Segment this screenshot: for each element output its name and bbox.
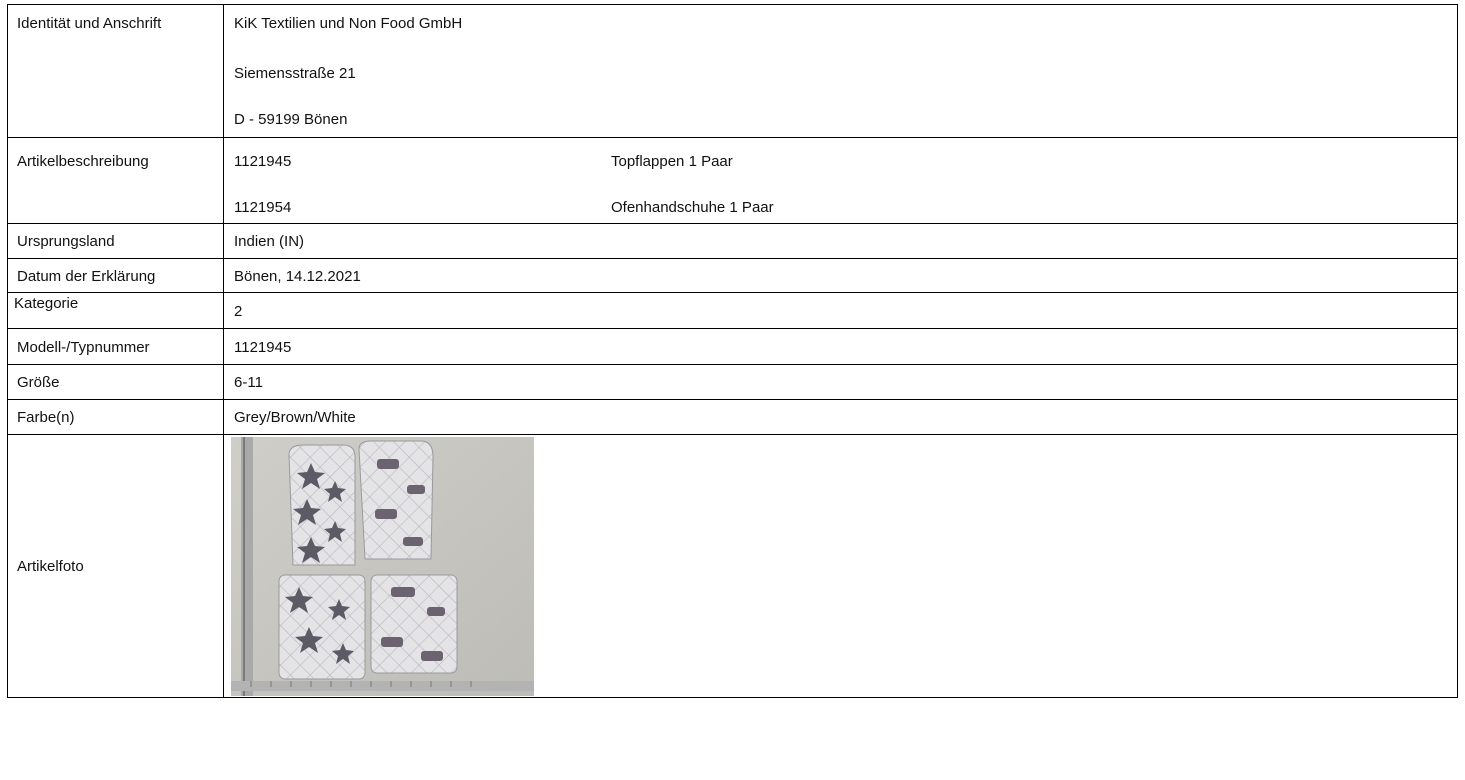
size-value: 6-11	[234, 374, 263, 391]
article-name: Ofenhandschuhe 1 Paar	[611, 199, 774, 216]
model-label-cell: Modell-/Typnummer	[8, 329, 224, 364]
category-value-cell: 2	[224, 293, 1458, 328]
model-value-cell: 1121945	[224, 329, 1458, 364]
category-label: Kategorie	[14, 295, 79, 312]
size-value-cell: 6-11	[224, 365, 1458, 399]
category-label-cell: Kategorie	[8, 293, 224, 328]
country-label: Ursprungsland	[17, 233, 115, 250]
row-date: Datum der Erklärung Bönen, 14.12.2021	[8, 259, 1458, 293]
description-label: Artikelbeschreibung	[17, 153, 149, 170]
country-value-cell: Indien (IN)	[224, 224, 1458, 258]
street-address: Siemensstraße 21	[234, 65, 356, 82]
description-value-cell: 1121945 Topflappen 1 Paar 1121954 Ofenha…	[224, 138, 1458, 223]
row-identity: Identität und Anschrift KiK Textilien un…	[8, 5, 1458, 138]
date-label-cell: Datum der Erklärung	[8, 259, 224, 292]
model-value: 1121945	[234, 339, 292, 356]
article-photo	[231, 437, 534, 696]
size-label-cell: Größe	[8, 365, 224, 399]
row-size: Größe 6-11	[8, 365, 1458, 400]
row-country: Ursprungsland Indien (IN)	[8, 224, 1458, 259]
color-label-cell: Farbe(n)	[8, 400, 224, 434]
article-number: 1121954	[234, 199, 292, 216]
row-model: Modell-/Typnummer 1121945	[8, 329, 1458, 365]
row-photo: Artikelfoto	[8, 435, 1458, 698]
country-value: Indien (IN)	[234, 233, 305, 250]
company-name: KiK Textilien und Non Food GmbH	[234, 15, 463, 32]
date-label: Datum der Erklärung	[17, 268, 156, 285]
color-value-cell: Grey/Brown/White	[224, 400, 1458, 434]
row-description: Artikelbeschreibung 1121945 Topflappen 1…	[8, 138, 1458, 224]
identity-label: Identität und Anschrift	[17, 15, 162, 32]
date-value: Bönen, 14.12.2021	[234, 268, 361, 285]
postal-city: D - 59199 Bönen	[234, 111, 348, 128]
photo-value-cell	[224, 435, 1458, 697]
article-name: Topflappen 1 Paar	[611, 153, 733, 170]
row-color: Farbe(n) Grey/Brown/White	[8, 400, 1458, 435]
row-category: Kategorie 2	[8, 293, 1458, 329]
model-label: Modell-/Typnummer	[17, 339, 150, 356]
color-label: Farbe(n)	[17, 409, 75, 426]
color-value: Grey/Brown/White	[234, 409, 356, 426]
article-number: 1121945	[234, 153, 292, 170]
identity-label-cell: Identität und Anschrift	[8, 5, 224, 137]
declaration-table: Identität und Anschrift KiK Textilien un…	[7, 4, 1458, 698]
identity-value-cell: KiK Textilien und Non Food GmbH Siemenss…	[224, 5, 1458, 137]
date-value-cell: Bönen, 14.12.2021	[224, 259, 1458, 292]
description-label-cell: Artikelbeschreibung	[8, 138, 224, 223]
size-label: Größe	[17, 374, 60, 391]
photo-label: Artikelfoto	[17, 558, 84, 575]
country-label-cell: Ursprungsland	[8, 224, 224, 258]
photo-label-cell: Artikelfoto	[8, 435, 224, 697]
category-value: 2	[234, 303, 243, 320]
